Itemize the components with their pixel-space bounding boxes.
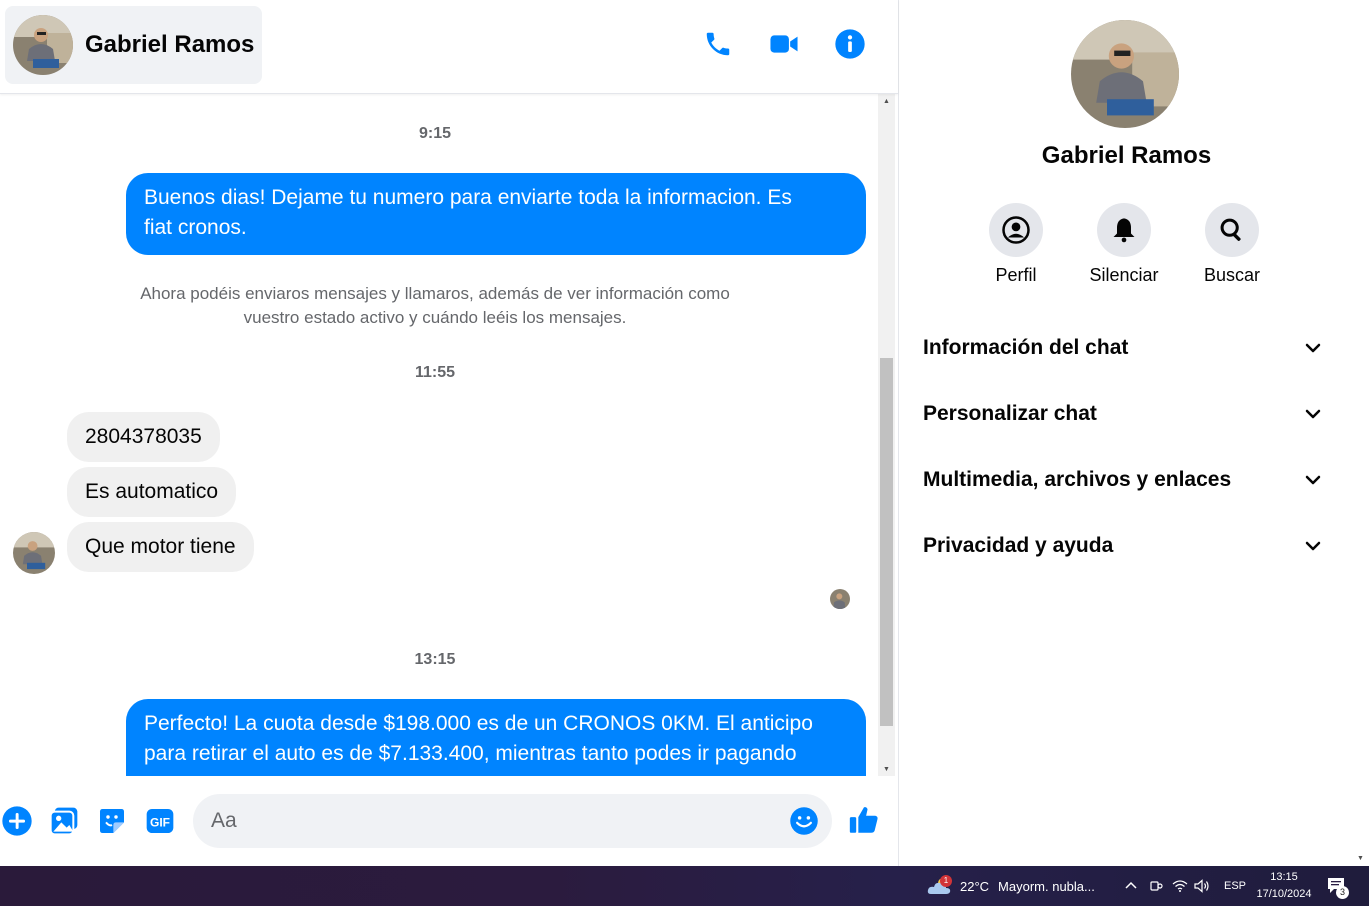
message-list[interactable]: 9:15 Buenos dias! Dejame tu numero para … [0, 94, 880, 776]
show-hidden-icons-button[interactable] [1124, 866, 1138, 906]
sender-avatar[interactable] [13, 532, 55, 574]
wifi-icon [1172, 880, 1188, 892]
thumbs-up-icon [849, 807, 878, 833]
scroll-down-arrow-icon[interactable]: ▼ [1357, 855, 1364, 862]
gif-icon: GIF [146, 809, 174, 833]
info-button[interactable] [832, 26, 868, 62]
message-bubble-outgoing[interactable]: Perfecto! La cuota desde $198.000 es de … [126, 699, 866, 776]
notice-line: vuestro estado activo y cuándo leéis los… [243, 308, 627, 327]
message-line: Buenos dias! Dejame tu numero para envia… [144, 186, 792, 209]
message-bubble-incoming[interactable]: Es automatico [67, 467, 237, 517]
phone-icon [706, 32, 730, 56]
profile-action[interactable]: Perfil [971, 203, 1061, 286]
weather-text: Mayorm. nubla... [998, 878, 1095, 894]
mute-action[interactable]: Silenciar [1079, 203, 1169, 286]
windows-taskbar: 1 22°C Mayorm. nubla... ESP 13:15 17/10/… [0, 866, 1369, 906]
speaker-icon [1194, 879, 1209, 893]
chat-info-panel: Gabriel Ramos Perfil Silenciar Buscar In… [898, 0, 1353, 866]
section-title: Información del chat [923, 336, 1129, 359]
network-button[interactable] [1172, 866, 1188, 906]
timestamp: 9:15 [418, 125, 452, 142]
gif-button[interactable]: GIF [143, 804, 177, 838]
weather-widget[interactable]: 1 22°C Mayorm. nubla... [926, 866, 1095, 906]
emoji-button[interactable] [789, 806, 819, 836]
temperature: 22°C [960, 878, 990, 894]
seen-indicator-avatar [830, 589, 850, 609]
window-scrollbar[interactable]: ▼ [1353, 0, 1369, 866]
camera-tray-icon [1150, 881, 1163, 891]
message-bubble-outgoing[interactable]: Buenos dias! Dejame tu numero para envia… [126, 173, 866, 255]
section-media-files-links[interactable]: Multimedia, archivos y enlaces [913, 455, 1333, 505]
message-input-wrapper [193, 794, 832, 848]
volume-button[interactable] [1194, 866, 1210, 906]
photo-icon [49, 807, 78, 836]
section-chat-info[interactable]: Información del chat [913, 323, 1333, 373]
meeting-icon-button[interactable] [1149, 866, 1163, 906]
chevron-up-icon [1125, 881, 1137, 889]
message-bubble-incoming[interactable]: 2804378035 [67, 412, 220, 462]
emoji-icon [790, 807, 818, 835]
svg-text:GIF: GIF [150, 815, 170, 829]
section-title: Multimedia, archivos y enlaces [923, 468, 1232, 491]
contact-name: Gabriel Ramos [85, 31, 255, 58]
notice-line: Ahora podéis enviaros mensajes y llamaro… [140, 284, 730, 303]
message-input[interactable] [211, 794, 781, 848]
mute-action-label: Silenciar [1089, 265, 1159, 285]
composer-bar: GIF [0, 776, 898, 866]
section-customize-chat[interactable]: Personalizar chat [913, 389, 1333, 439]
plus-circle-icon [2, 806, 32, 836]
section-title: Personalizar chat [923, 402, 1097, 425]
chat-header: Gabriel Ramos [0, 0, 898, 94]
message-bubble-incoming[interactable]: Que motor tiene [67, 522, 254, 572]
mute-action-circle [1097, 203, 1151, 257]
connection-notice: Ahora podéis enviaros mensajes y llamaro… [0, 282, 870, 330]
scroll-up-arrow-icon[interactable]: ▲ [878, 94, 895, 108]
search-icon [1220, 218, 1241, 241]
notifications-button[interactable]: 3 [1326, 866, 1349, 906]
send-like-button[interactable] [847, 803, 881, 837]
info-icon [835, 29, 865, 59]
message-line: para retirar el auto es de $7.133.400, m… [144, 742, 797, 765]
sticker-icon [100, 809, 124, 833]
contact-avatar [13, 15, 73, 75]
scroll-down-arrow-icon[interactable]: ▼ [878, 762, 895, 776]
message-scrollbar[interactable]: ▲ ▼ [878, 94, 895, 776]
chevron-down-icon [1305, 343, 1321, 353]
scroll-thumb[interactable] [880, 358, 893, 726]
profile-action-label: Perfil [995, 265, 1037, 285]
notification-count-badge: 3 [1336, 886, 1349, 899]
clock-time: 13:15 [1270, 871, 1298, 883]
info-contact-name: Gabriel Ramos [1041, 142, 1212, 169]
call-button[interactable] [700, 26, 736, 62]
section-privacy-help[interactable]: Privacidad y ayuda [913, 521, 1333, 571]
attach-photo-button[interactable] [47, 804, 81, 838]
contact-chip[interactable]: Gabriel Ramos [5, 6, 262, 84]
input-language[interactable]: ESP [1224, 866, 1246, 906]
search-action[interactable]: Buscar [1187, 203, 1277, 286]
search-action-circle [1205, 203, 1259, 257]
info-avatar[interactable] [1071, 20, 1179, 128]
timestamp: 13:15 [414, 651, 456, 668]
message-line: fiat cronos. [144, 216, 247, 239]
message-line: Perfecto! La cuota desde $198.000 es de … [144, 712, 813, 735]
bell-icon [1113, 218, 1135, 243]
more-actions-button[interactable] [0, 804, 34, 838]
timestamp: 11:55 [414, 364, 456, 381]
section-title: Privacidad y ayuda [923, 534, 1114, 557]
profile-action-circle [989, 203, 1043, 257]
messenger-window: Gabriel Ramos 9:15 Buenos dias! Dejame t… [0, 0, 1369, 906]
video-call-button[interactable] [766, 26, 802, 62]
profile-icon [1002, 216, 1030, 244]
search-action-label: Buscar [1203, 265, 1261, 285]
clock[interactable]: 13:15 17/10/2024 [1250, 869, 1318, 903]
video-camera-icon [770, 35, 798, 53]
chevron-down-icon [1305, 409, 1321, 419]
weather-badge: 1 [940, 875, 952, 887]
chat-pane: Gabriel Ramos 9:15 Buenos dias! Dejame t… [0, 0, 898, 866]
chevron-down-icon [1305, 541, 1321, 551]
sticker-button[interactable] [95, 804, 129, 838]
chevron-down-icon [1305, 475, 1321, 485]
clock-date: 17/10/2024 [1256, 888, 1312, 900]
